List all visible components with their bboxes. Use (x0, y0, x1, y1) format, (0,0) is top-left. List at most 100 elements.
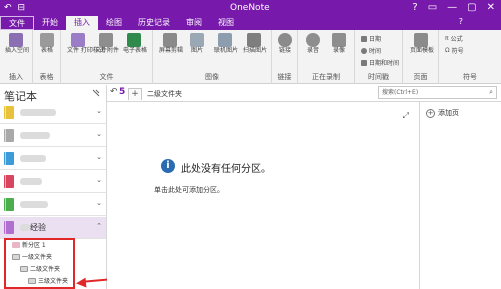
chevron-down-icon[interactable]: ⌄ (96, 153, 102, 161)
link-icon (278, 33, 292, 47)
scanner-icon (247, 33, 261, 47)
chevron-down-icon[interactable]: ⌄ (96, 130, 102, 138)
minimize-icon[interactable]: — (447, 2, 457, 13)
tab-insert[interactable]: 插入 (66, 16, 98, 30)
tab-file[interactable]: 文件 (0, 16, 34, 30)
file-attachment-button[interactable]: 文件附件 (95, 33, 119, 54)
quick-access-toolbar: ↶ ⊟ (4, 2, 25, 14)
notebook-icon (4, 175, 14, 188)
add-section-tab[interactable]: + (128, 88, 142, 100)
group-pages: 页面模板 页面 (403, 30, 439, 84)
group-insert: 插入空间 插入 (0, 30, 33, 84)
page-templates-button[interactable]: 页面模板 (410, 33, 434, 54)
scan-picture-button[interactable]: 扫描图片 (243, 33, 267, 54)
ribbon-tabs: 文件 开始 插入 绘图 历史记录 审阅 视图 (0, 16, 242, 30)
tab-review[interactable]: 审阅 (178, 16, 210, 30)
group-tables: 表格 表格 (33, 30, 61, 84)
notebook-name-redacted (20, 224, 30, 231)
page-list-pane: + 添加页 (419, 102, 501, 289)
group-symbols: π 公式 Ω 符号 符号 (445, 34, 477, 81)
pi-icon: π (445, 35, 449, 42)
ribbon: 插入空间 插入 表格 表格 文件 打印样式 文件附件 电子表格 文件 屏幕剪辑 … (0, 30, 501, 84)
breadcrumb[interactable]: 二级文件夹 (147, 89, 182, 99)
date-time-icon (361, 59, 367, 66)
page-template-icon (414, 33, 428, 47)
notebook-name-redacted (20, 109, 56, 116)
group-links: 链接 链接 (272, 30, 298, 84)
record-video-button[interactable]: 录像 (328, 33, 350, 54)
close-icon[interactable]: ✕ (487, 2, 495, 13)
printout-icon (71, 33, 85, 47)
picture-button[interactable]: 图片 (186, 33, 208, 54)
group-recording: 录音 录像 正在录制 (298, 30, 355, 84)
annotation-arrowhead (75, 277, 87, 289)
notebook-item[interactable]: ⌄ (0, 125, 106, 147)
notebook-icon (4, 129, 14, 142)
tab-home[interactable]: 开始 (34, 16, 66, 30)
notebook-name-redacted (20, 201, 48, 208)
pin-icon[interactable] (92, 89, 100, 97)
back-icon[interactable]: ↶ (4, 2, 12, 14)
notebook-name-redacted (20, 178, 42, 185)
insert-date-time-button[interactable]: 日期和时间 (361, 58, 399, 67)
online-picture-button[interactable]: 联机图片 (214, 33, 238, 54)
notebook-item-open[interactable]: 经验 ⌃ (0, 217, 106, 239)
help-icon[interactable]: ? (412, 2, 417, 13)
link-button[interactable]: 链接 (274, 33, 296, 54)
group-timestamp: 日期 时间 日期和时间 时间戳 (355, 30, 403, 84)
screen-clip-icon (163, 33, 177, 47)
insert-time-button[interactable]: 时间 (361, 46, 381, 55)
window-title: OneNote (230, 3, 270, 13)
expand-icon[interactable]: ⤢ (403, 111, 409, 121)
save-icon[interactable]: ⊟ (18, 2, 26, 14)
chevron-down-icon[interactable]: ⌄ (96, 199, 102, 207)
page-canvas[interactable]: ⤢ i 此处没有任何分区。 单击此处可添加分区。 (107, 102, 419, 289)
notebook-icon (4, 152, 14, 165)
section-count: 5 (119, 87, 126, 97)
chevron-up-icon[interactable]: ⌃ (96, 222, 102, 230)
chevron-down-icon[interactable]: ⌄ (96, 176, 102, 184)
notebook-icon (4, 106, 14, 119)
microphone-icon (306, 33, 320, 47)
search-input[interactable]: 搜索(Ctrl+E) ⌕ (378, 86, 497, 99)
ribbon-display-icon[interactable]: ▭ (428, 2, 437, 13)
table-button[interactable]: 表格 (36, 33, 58, 54)
equation-button[interactable]: π 公式 (445, 34, 463, 43)
section-tab-bar: ↶ 5 + 二级文件夹 搜索(Ctrl+E) ⌕ (107, 85, 501, 102)
add-page-button[interactable]: + 添加页 (426, 108, 459, 118)
group-files: 文件 打印样式 文件附件 电子表格 文件 (61, 30, 153, 84)
tab-history[interactable]: 历史记录 (130, 16, 178, 30)
file-printout-button[interactable]: 文件 打印样式 (67, 33, 105, 54)
tab-view[interactable]: 视图 (210, 16, 242, 30)
notebook-name-redacted (20, 155, 46, 162)
screen-clipping-button[interactable]: 屏幕剪辑 (159, 33, 183, 54)
back-arrow-icon[interactable]: ↶ (110, 87, 118, 97)
attachment-icon (99, 33, 113, 47)
annotation-highlight-box (4, 238, 75, 289)
online-picture-icon (218, 33, 232, 47)
clock-icon (361, 47, 367, 54)
chevron-down-icon[interactable]: ⌄ (96, 107, 102, 115)
notebook-icon (4, 198, 14, 211)
tab-draw[interactable]: 绘图 (98, 16, 130, 30)
search-icon[interactable]: ⌕ (489, 87, 493, 98)
spreadsheet-icon (127, 33, 141, 47)
insert-space-icon (9, 33, 23, 47)
maximize-icon[interactable]: ▢ (467, 2, 476, 13)
notebook-item[interactable]: ⌄ (0, 171, 106, 193)
notebook-item[interactable]: ⌄ (0, 148, 106, 170)
notebook-item[interactable]: ⌄ (0, 102, 106, 124)
calendar-icon (361, 35, 367, 42)
account-name[interactable]: ? (459, 17, 463, 26)
add-section-hint[interactable]: 单击此处可添加分区。 (154, 185, 224, 195)
title-bar: ↶ ⊟ OneNote ? ▭ — ▢ ✕ 文件 开始 插入 绘图 历史记录 审… (0, 0, 501, 30)
notebook-name-redacted (20, 132, 50, 139)
insert-date-button[interactable]: 日期 (361, 34, 381, 43)
notebook-item[interactable]: ⌄ (0, 194, 106, 216)
insert-space-button[interactable]: 插入空间 (5, 33, 29, 54)
omega-icon: Ω (445, 47, 450, 54)
symbol-button[interactable]: Ω 符号 (445, 46, 464, 55)
spreadsheet-button[interactable]: 电子表格 (123, 33, 147, 54)
record-audio-button[interactable]: 录音 (302, 33, 324, 54)
picture-icon (190, 33, 204, 47)
